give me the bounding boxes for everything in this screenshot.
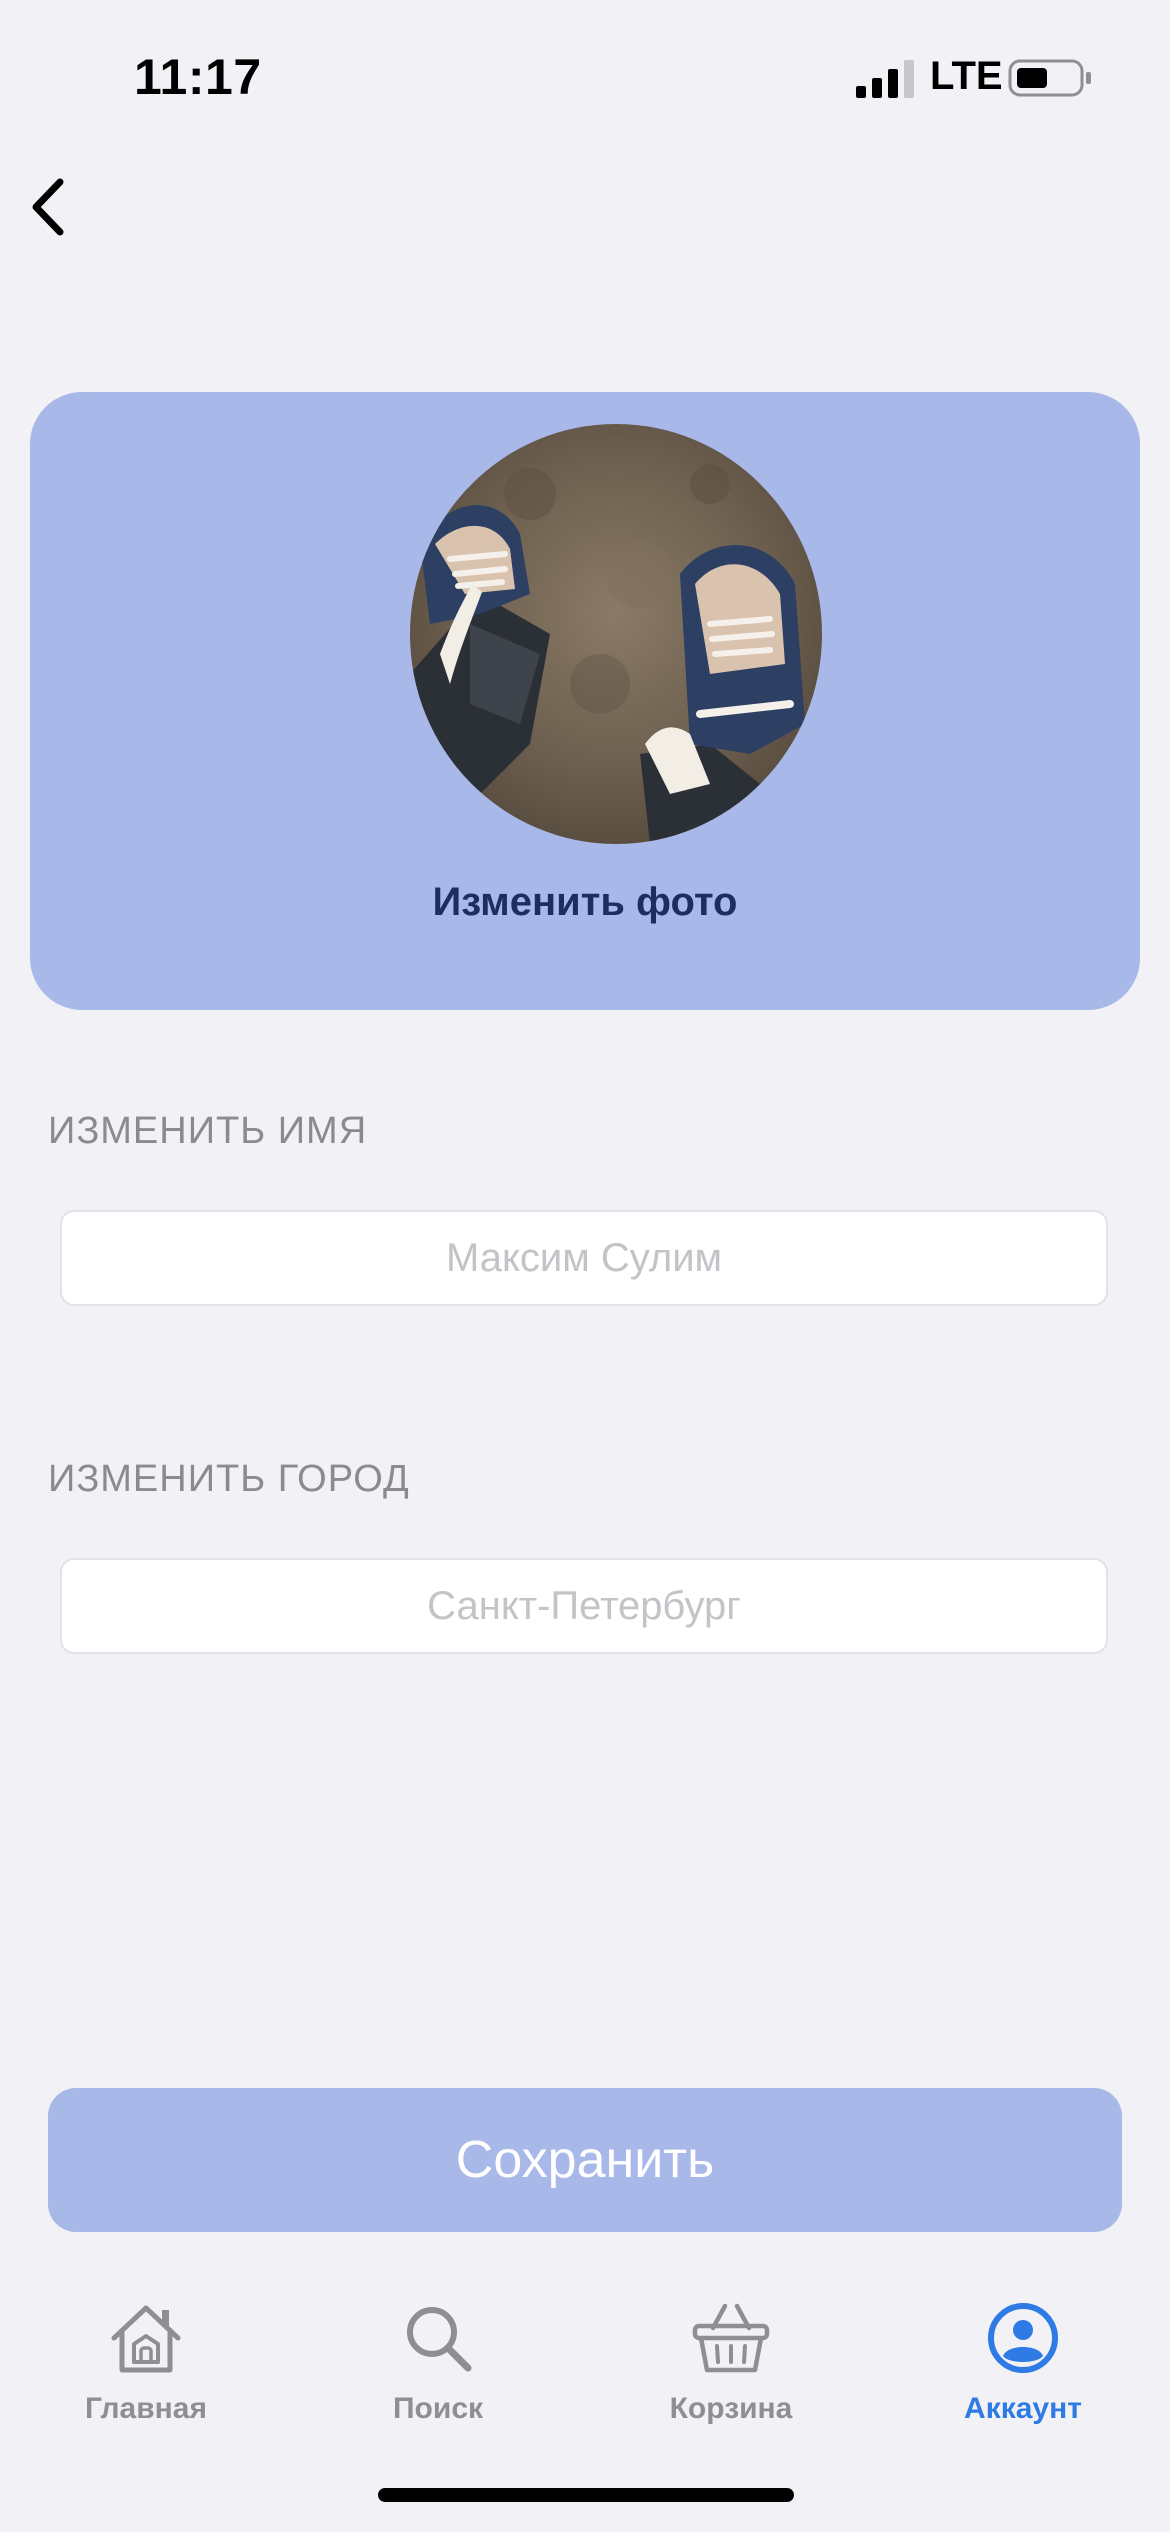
back-chevron-icon[interactable] <box>22 172 92 242</box>
basket-icon <box>692 2303 770 2373</box>
tab-account[interactable]: Аккаунт <box>913 2280 1133 2440</box>
status-bar: 11:17 LTE <box>0 0 1170 150</box>
profile-photo-card: Изменить фото <box>30 392 1140 1010</box>
tab-home-label: Главная <box>84 2392 207 2425</box>
tab-basket-label: Корзина <box>669 2392 793 2425</box>
avatar-photo <box>410 424 822 844</box>
tab-bar: Главная Поиск Корзина Аккаунт <box>0 2280 1170 2460</box>
tab-search[interactable]: Поиск <box>328 2280 548 2440</box>
city-input[interactable] <box>60 1558 1108 1654</box>
search-icon <box>407 2307 472 2372</box>
name-input[interactable] <box>60 1210 1108 1306</box>
network-type: LTE <box>930 54 1003 98</box>
name-section-label: ИЗМЕНИТЬ ИМЯ <box>48 1110 368 1152</box>
change-photo-link[interactable]: Изменить фото <box>30 880 1140 925</box>
home-icon <box>111 2305 181 2373</box>
cellular-signal-icon <box>856 60 914 98</box>
tab-search-label: Поиск <box>392 2392 484 2425</box>
tab-basket[interactable]: Корзина <box>621 2280 841 2440</box>
home-indicator[interactable] <box>378 2488 794 2502</box>
tab-home[interactable]: Главная <box>36 2280 256 2440</box>
tab-account-label: Аккаунт <box>964 2392 1082 2425</box>
battery-icon <box>1008 59 1091 97</box>
save-button[interactable]: Сохранить <box>48 2088 1122 2232</box>
account-icon <box>988 2303 1058 2373</box>
status-time: 11:17 <box>134 49 262 105</box>
avatar[interactable] <box>410 424 822 844</box>
city-section-label: ИЗМЕНИТЬ ГОРОД <box>48 1458 410 1500</box>
